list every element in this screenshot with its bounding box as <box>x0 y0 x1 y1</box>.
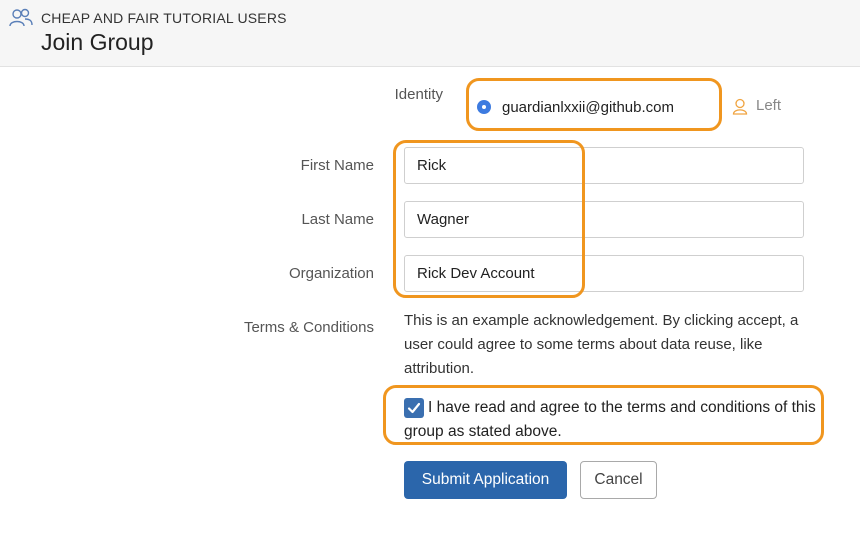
first-name-input[interactable] <box>404 147 804 184</box>
submit-application-button[interactable]: Submit Application <box>404 461 567 499</box>
identity-label: Identity <box>394 86 443 103</box>
cancel-button[interactable]: Cancel <box>580 461 657 499</box>
group-name: CHEAP AND FAIR TUTORIAL USERS <box>41 10 287 26</box>
terms-text: This is an example acknowledgement. By c… <box>404 312 799 377</box>
identity-option[interactable]: guardianlxxii@github.com <box>478 96 674 118</box>
page-title: Join Group <box>41 29 154 55</box>
left-status: Left <box>756 97 782 114</box>
identity-value: guardianlxxii@github.com <box>502 98 674 116</box>
agree-text: I have read and agree to the terms and c… <box>404 399 816 440</box>
checkmark-icon <box>407 402 421 414</box>
person-icon <box>732 98 748 115</box>
organization-label: Organization <box>288 265 374 282</box>
terms-label: Terms & Conditions <box>243 319 374 336</box>
last-name-input[interactable] <box>404 201 804 238</box>
users-icon <box>9 8 33 27</box>
last-name-label: Last Name <box>301 211 374 228</box>
agree-checkbox[interactable] <box>404 398 424 418</box>
organization-input[interactable] <box>404 255 804 292</box>
page-header: CHEAP AND FAIR TUTORIAL USERS Join Group <box>0 0 860 67</box>
first-name-label: First Name <box>300 157 374 174</box>
identity-radio[interactable] <box>478 101 490 113</box>
